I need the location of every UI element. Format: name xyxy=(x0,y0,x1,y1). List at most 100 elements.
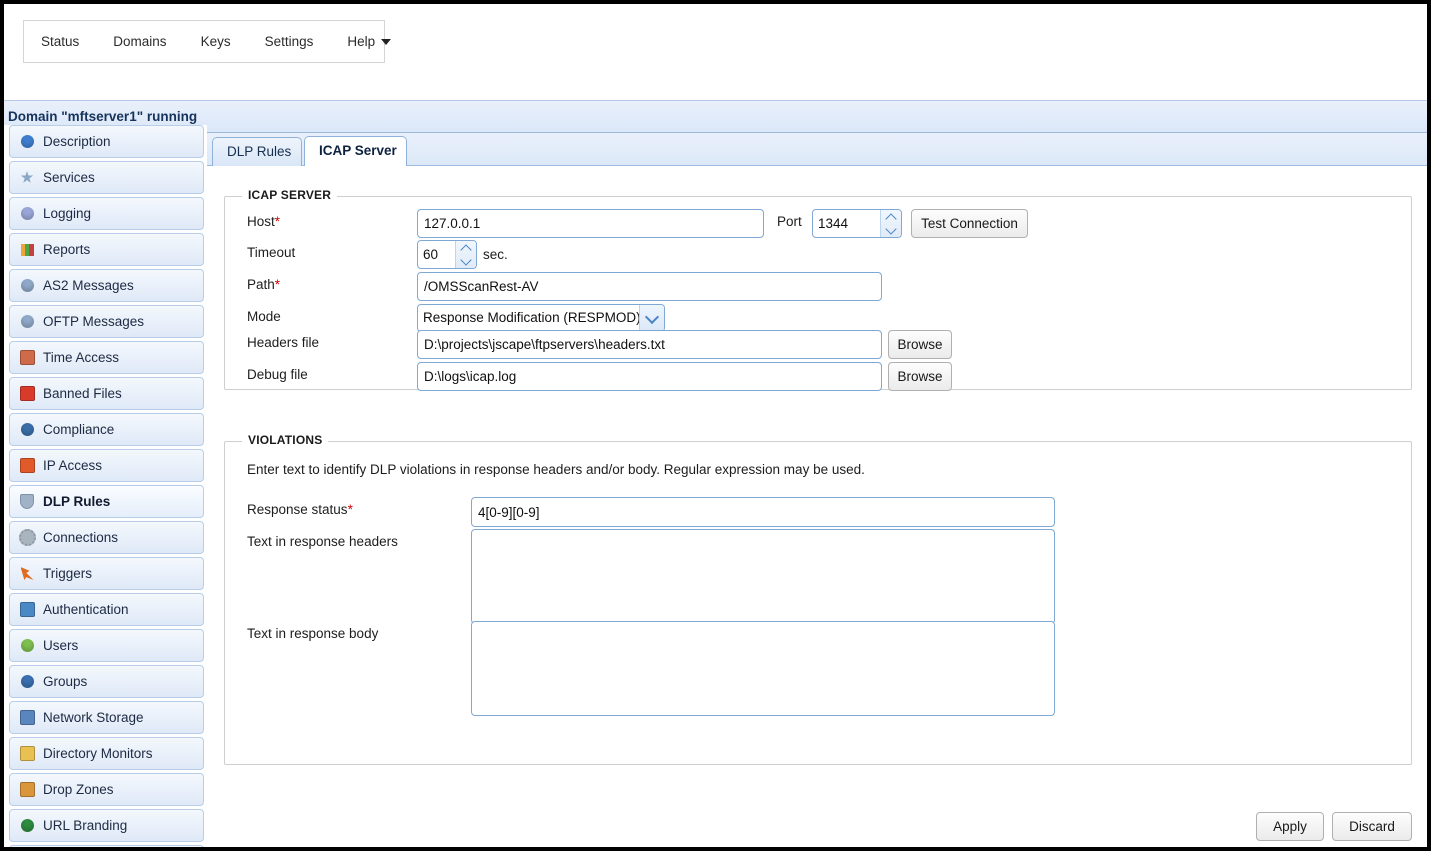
headers-file-input[interactable] xyxy=(417,330,882,359)
sidebar-item-label: URL Branding xyxy=(43,818,128,833)
sidebar-item-url-branding[interactable]: URL Branding xyxy=(9,809,204,842)
sidebar-item-trading-partners[interactable]: Trading Partners xyxy=(9,845,204,847)
sidebar-item-network-storage[interactable]: Network Storage xyxy=(9,701,204,734)
time-access-icon xyxy=(18,350,36,366)
sidebar-item-label: Groups xyxy=(43,674,88,689)
menu-item-status[interactable]: Status xyxy=(24,21,96,62)
sidebar-item-label: Time Access xyxy=(43,350,120,365)
sidebar-item-label: IP Access xyxy=(43,458,103,473)
navigation-sidebar[interactable]: Description Services Logging Reports AS2 Mes… xyxy=(4,125,207,847)
sidebar-item-services[interactable]: Services xyxy=(9,161,204,194)
network-storage-icon xyxy=(18,710,36,726)
url-branding-icon xyxy=(18,818,36,834)
port-stepper-buttons[interactable] xyxy=(880,210,901,237)
sidebar-item-label: Compliance xyxy=(43,422,115,437)
port-increment-icon[interactable] xyxy=(881,210,901,224)
triggers-icon xyxy=(18,566,36,582)
headers-file-label: Headers file xyxy=(247,335,320,350)
sidebar-item-logging[interactable]: Logging xyxy=(9,197,204,230)
description-icon xyxy=(18,134,36,150)
tab-dlp-rules[interactable]: DLP Rules xyxy=(212,137,302,166)
compliance-icon xyxy=(18,422,36,438)
tab-strip: DLP Rules ICAP Server xyxy=(207,133,1427,166)
main-menu-bar: Status Domains Keys Settings Help xyxy=(23,20,392,63)
sidebar-item-drop-zones[interactable]: Drop Zones xyxy=(9,773,204,806)
browse-label: Browse xyxy=(897,369,943,384)
sidebar-item-oftp-messages[interactable]: OFTP Messages xyxy=(9,305,204,338)
logging-icon xyxy=(18,206,36,222)
menu-item-keys[interactable]: Keys xyxy=(184,21,248,62)
sidebar-item-label: Description xyxy=(43,134,111,149)
authentication-icon xyxy=(18,602,36,618)
sidebar-item-groups[interactable]: Groups xyxy=(9,665,204,698)
host-input[interactable] xyxy=(417,209,764,238)
sidebar-item-label: AS2 Messages xyxy=(43,278,134,293)
response-status-label: Response status* xyxy=(247,502,353,517)
menu-item-label: Domains xyxy=(113,34,167,49)
directory-monitors-icon xyxy=(18,746,36,762)
sidebar-item-compliance[interactable]: Compliance xyxy=(9,413,204,446)
test-connection-button[interactable]: Test Connection xyxy=(911,209,1028,238)
port-input[interactable] xyxy=(813,210,880,237)
sidebar-item-label: Drop Zones xyxy=(43,782,114,797)
text-in-response-body-textarea[interactable] xyxy=(471,621,1055,716)
icap-server-group: ICAP SERVER Host* Port Test Connection xyxy=(224,188,1412,391)
timeout-decrement-icon[interactable] xyxy=(456,255,476,269)
timeout-stepper[interactable] xyxy=(417,240,477,269)
text-in-response-headers-label: Text in response headers xyxy=(247,534,398,549)
sidebar-item-users[interactable]: Users xyxy=(9,629,204,662)
sidebar-item-triggers[interactable]: Triggers xyxy=(9,557,204,590)
sidebar-item-dlp-rules[interactable]: DLP Rules xyxy=(9,485,204,518)
sidebar-item-reports[interactable]: Reports xyxy=(9,233,204,266)
menu-item-label: Keys xyxy=(200,34,231,49)
sidebar-item-label: Services xyxy=(43,170,95,185)
menu-item-label: Status xyxy=(41,34,80,49)
text-in-response-headers-textarea[interactable] xyxy=(471,529,1055,624)
content-panel: DLP Rules ICAP Server ICAP SERVER Host* … xyxy=(207,133,1427,847)
sidebar-item-connections[interactable]: Connections xyxy=(9,521,204,554)
timeout-increment-icon[interactable] xyxy=(456,241,476,255)
sidebar-item-label: DLP Rules xyxy=(43,494,111,509)
discard-button[interactable]: Discard xyxy=(1332,812,1412,841)
sidebar-item-as2-messages[interactable]: AS2 Messages xyxy=(9,269,204,302)
sidebar-item-ip-access[interactable]: IP Access xyxy=(9,449,204,482)
sidebar-item-description[interactable]: Description xyxy=(9,125,204,158)
path-label: Path* xyxy=(247,277,281,292)
menu-item-label: Settings xyxy=(264,34,314,49)
mode-select[interactable]: Response Modification (RESPMOD) xyxy=(417,304,665,332)
debug-file-browse-button[interactable]: Browse xyxy=(888,362,952,391)
sidebar-item-label: Banned Files xyxy=(43,386,122,401)
services-icon xyxy=(18,170,36,186)
path-input[interactable] xyxy=(417,272,882,301)
response-status-input[interactable] xyxy=(471,497,1055,527)
tab-icap-server[interactable]: ICAP Server xyxy=(304,136,407,166)
sidebar-item-banned-files[interactable]: Banned Files xyxy=(9,377,204,410)
debug-file-label: Debug file xyxy=(247,367,308,382)
apply-label: Apply xyxy=(1273,819,1307,834)
users-icon xyxy=(18,638,36,654)
violations-description: Enter text to identify DLP violations in… xyxy=(247,462,865,477)
port-stepper[interactable] xyxy=(812,209,902,238)
sidebar-item-label: Network Storage xyxy=(43,710,144,725)
sidebar-item-label: Reports xyxy=(43,242,91,257)
debug-file-input[interactable] xyxy=(417,362,882,391)
menu-item-domains[interactable]: Domains xyxy=(96,21,183,62)
sidebar-item-label: Directory Monitors xyxy=(43,746,153,761)
sidebar-item-label: Triggers xyxy=(43,566,93,581)
timeout-stepper-buttons[interactable] xyxy=(455,241,476,268)
menu-item-help[interactable]: Help xyxy=(330,21,408,62)
sidebar-item-time-access[interactable]: Time Access xyxy=(9,341,204,374)
port-decrement-icon[interactable] xyxy=(881,224,901,238)
icap-server-legend: ICAP SERVER xyxy=(242,188,338,202)
menu-item-settings[interactable]: Settings xyxy=(248,21,331,62)
tab-label: ICAP Server xyxy=(319,143,397,158)
oftp-messages-icon xyxy=(18,314,36,330)
chevron-down-icon xyxy=(381,39,392,46)
headers-file-browse-button[interactable]: Browse xyxy=(888,330,952,359)
sidebar-item-directory-monitors[interactable]: Directory Monitors xyxy=(9,737,204,770)
text-in-response-body-label: Text in response body xyxy=(247,626,379,641)
apply-button[interactable]: Apply xyxy=(1256,812,1324,841)
timeout-input[interactable] xyxy=(418,241,455,268)
sidebar-item-authentication[interactable]: Authentication xyxy=(9,593,204,626)
chevron-down-icon[interactable] xyxy=(639,305,664,331)
